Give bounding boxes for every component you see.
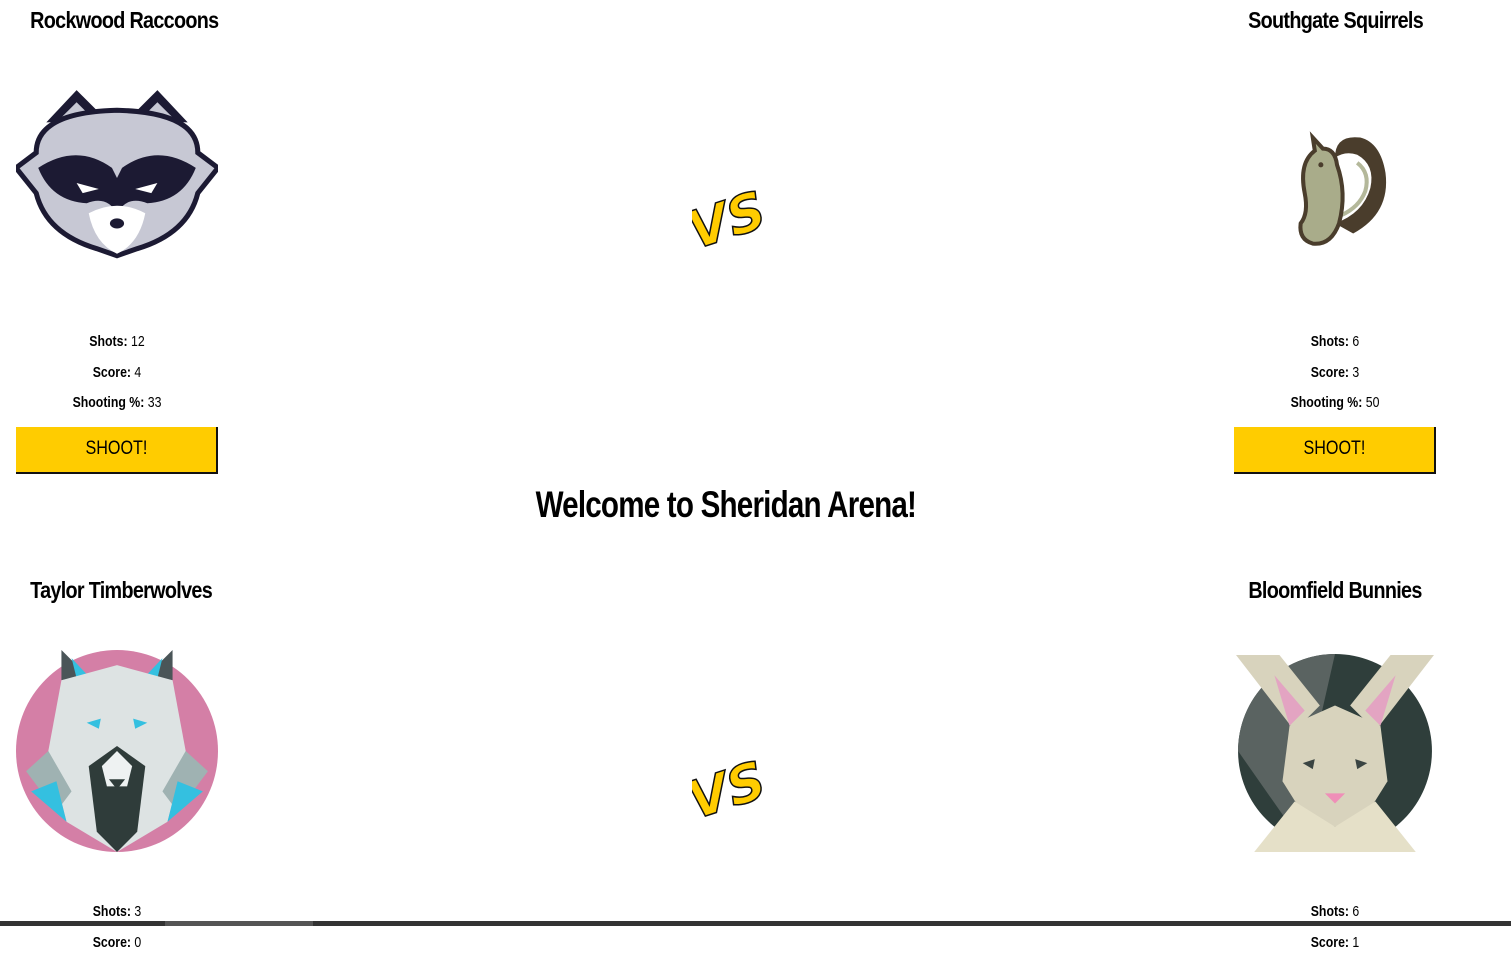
team-name: Rockwood Raccoons: [30, 0, 204, 40]
team-stats: Shots: 6 Score: 1: [1234, 897, 1436, 958]
shoot-button[interactable]: SHOOT!: [1234, 427, 1436, 474]
shots-stat: Shots: 12: [34, 327, 200, 358]
team-name: Bloomfield Bunnies: [1248, 570, 1422, 610]
score-stat: Score: 3: [1252, 358, 1418, 389]
team-card-southgate-squirrels: Southgate Squirrels Shots: 6 Score: 3 Sh…: [1234, 0, 1436, 474]
team-stats: Shots: 6 Score: 3 Shooting %: 50: [1234, 327, 1436, 419]
team-card-bloomfield-bunnies: Bloomfield Bunnies Shots: 6 Score: 1: [1234, 570, 1436, 958]
team-card-rockwood-raccoons: Rockwood Raccoons Shots: 12 Score: 4 Sho…: [16, 0, 218, 474]
team-stats: Shots: 3 Score: 0: [16, 897, 218, 958]
vs-icon: VS: [692, 736, 762, 840]
team-name: Southgate Squirrels: [1248, 0, 1422, 40]
raccoon-icon: [16, 82, 218, 284]
shoot-button[interactable]: SHOOT!: [16, 427, 218, 474]
vs-icon: VS: [692, 166, 762, 270]
shooting-pct-stat: Shooting %: 33: [34, 388, 200, 419]
svg-text:VS: VS: [692, 751, 762, 832]
shooting-pct-stat: Shooting %: 50: [1252, 388, 1418, 419]
shots-stat: Shots: 6: [1252, 327, 1418, 358]
bunny-icon: [1234, 650, 1436, 852]
team-card-taylor-timberwolves: Taylor Timberwolves Shots: 3 Score: 0: [16, 570, 218, 958]
team-stats: Shots: 12 Score: 4 Shooting %: 33: [16, 327, 218, 419]
wolf-icon: [16, 650, 218, 852]
scrollbar-thumb[interactable]: [165, 921, 313, 926]
score-stat: Score: 1: [1252, 928, 1418, 958]
squirrel-icon: [1234, 82, 1436, 284]
svg-text:VS: VS: [692, 181, 762, 262]
page-title: Welcome to Sheridan Arena!: [0, 484, 1451, 526]
horizontal-scrollbar[interactable]: [0, 921, 1511, 926]
team-name: Taylor Timberwolves: [30, 570, 204, 610]
score-stat: Score: 0: [34, 928, 200, 958]
score-stat: Score: 4: [34, 358, 200, 389]
